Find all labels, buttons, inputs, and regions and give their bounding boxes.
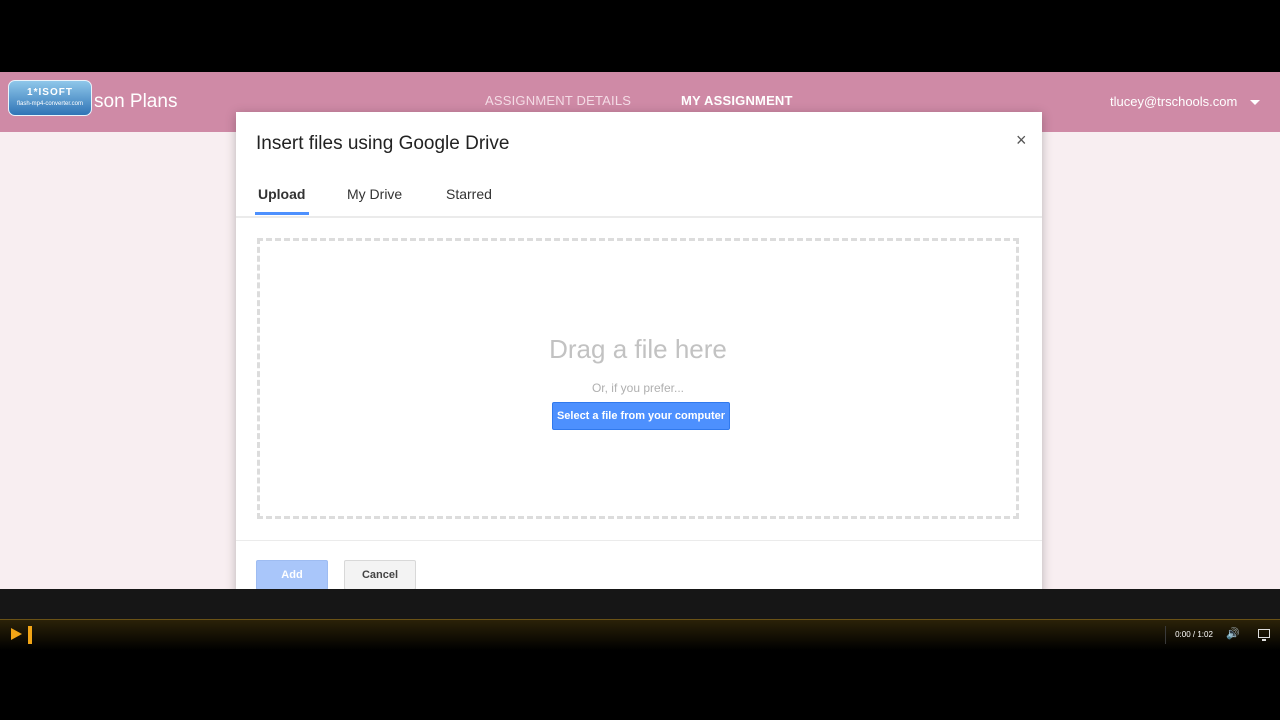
tab-my-drive[interactable]: My Drive	[347, 186, 402, 202]
seek-bar[interactable]	[30, 633, 1160, 636]
dialog-tabs: Upload My Drive Starred	[236, 172, 1042, 218]
caret-down-icon[interactable]	[1250, 100, 1260, 105]
player-controls: 0:00 / 1:02 🔊	[0, 619, 1280, 650]
select-file-button[interactable]: Select a file from your computer	[552, 402, 730, 430]
fullscreen-icon[interactable]	[1258, 629, 1270, 641]
app-title: son Plans	[94, 91, 178, 112]
nav-my-assignment[interactable]: MY ASSIGNMENT	[681, 93, 793, 108]
seek-handle[interactable]	[28, 626, 32, 644]
insert-files-dialog: Insert files using Google Drive × Upload…	[236, 112, 1042, 589]
play-icon[interactable]	[11, 628, 22, 640]
tab-starred[interactable]: Starred	[446, 186, 492, 202]
watermark-logo: 1*ISOFT flash-mp4-converter.com	[8, 80, 92, 116]
close-icon[interactable]: ×	[1016, 130, 1027, 151]
drag-instruction: Drag a file here	[549, 334, 727, 364]
prefer-text: Or, if you prefer...	[591, 381, 685, 395]
tab-upload[interactable]: Upload	[254, 186, 310, 215]
app-window: 1*ISOFT flash-mp4-converter.com son Plan…	[0, 72, 1280, 589]
add-button[interactable]: Add	[256, 560, 328, 589]
cancel-button[interactable]: Cancel	[344, 560, 416, 589]
video-player-bar: 0:00 / 1:02 🔊	[0, 589, 1280, 650]
volume-icon[interactable]: 🔊	[1226, 627, 1240, 640]
nav-assignment-details[interactable]: ASSIGNMENT DETAILS	[485, 93, 631, 108]
account-menu[interactable]: tlucey@trschools.com	[1110, 94, 1237, 109]
footer-divider	[236, 540, 1042, 541]
dialog-title: Insert files using Google Drive	[256, 133, 510, 154]
file-dropzone[interactable]: Drag a file here Or, if you prefer... Se…	[257, 238, 1019, 519]
time-display: 0:00 / 1:02	[1165, 626, 1222, 644]
